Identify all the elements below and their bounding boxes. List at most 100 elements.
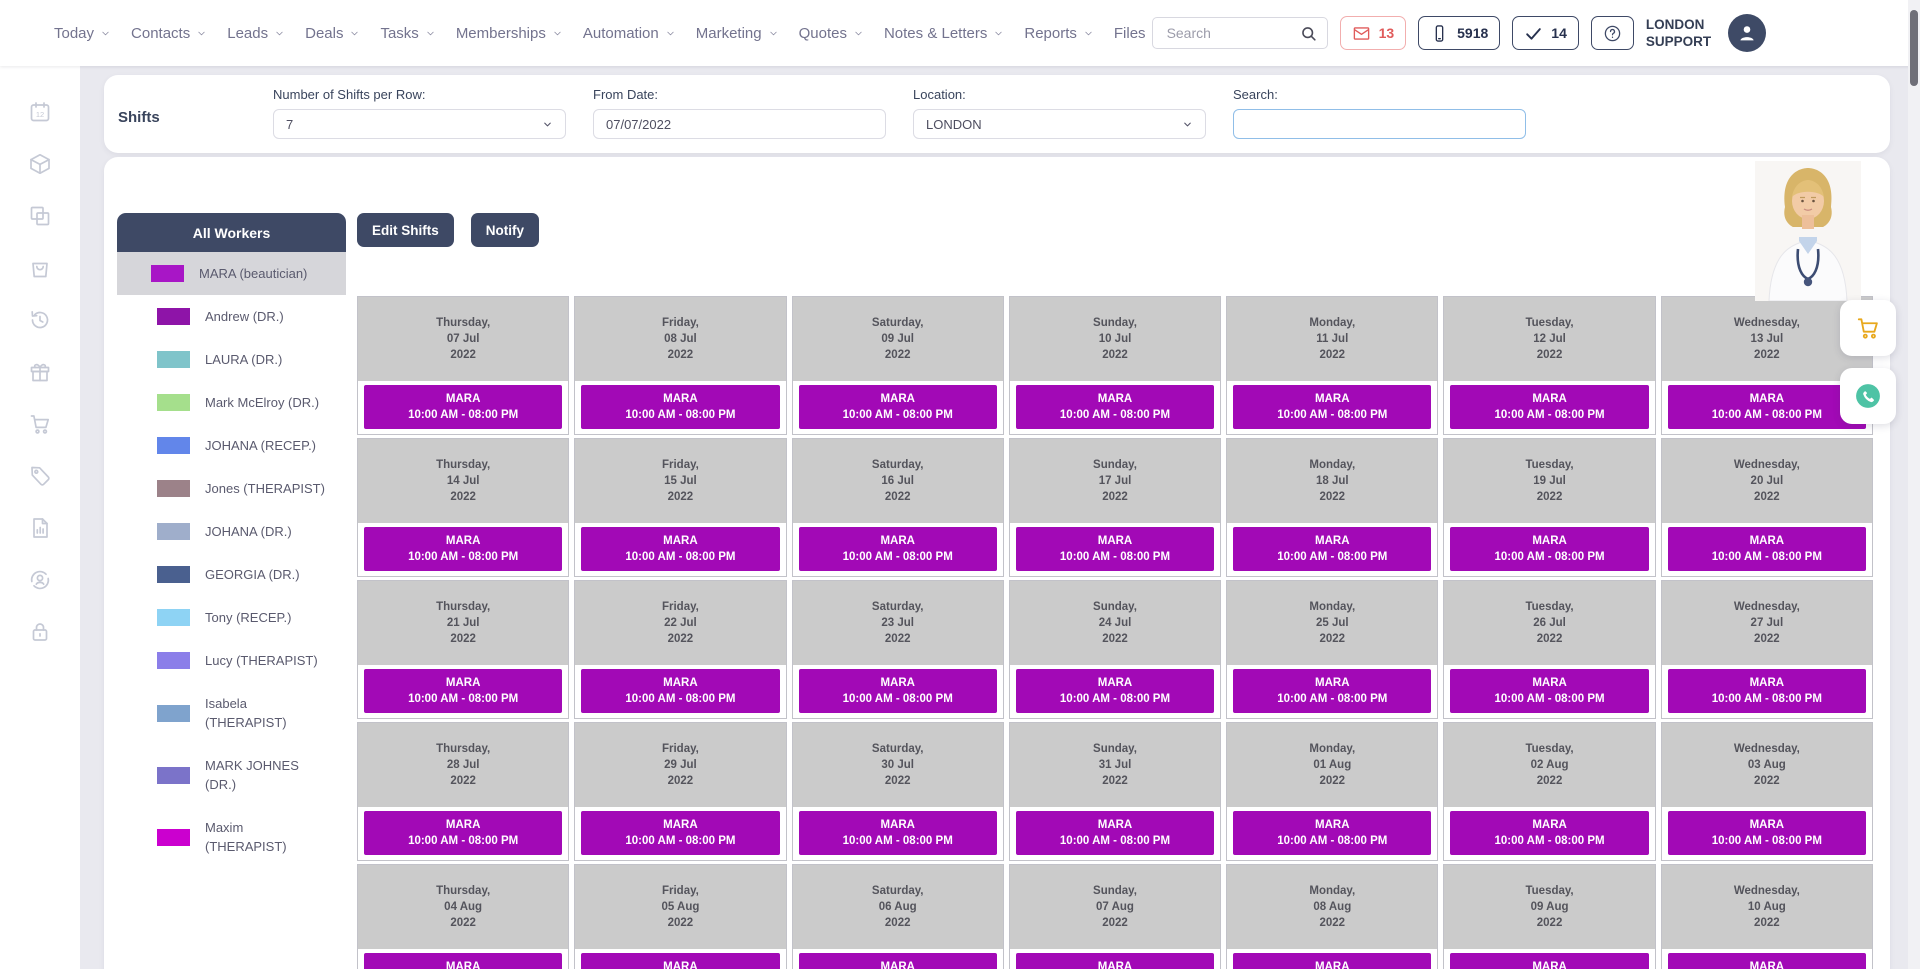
sidebar-item-lock[interactable]	[28, 620, 52, 644]
shift-block[interactable]: MARA10:00 AM - 08:00 PM	[1668, 811, 1866, 855]
nav-item-automation[interactable]: Automation	[577, 19, 682, 48]
worker-row-johana-dr[interactable]: JOHANA (DR.)	[117, 510, 346, 553]
worker-row-georgia-dr[interactable]: GEORGIA (DR.)	[117, 553, 346, 596]
shift-worker-name: MARA	[880, 818, 915, 832]
shift-block[interactable]: MARA10:00 AM - 08:00 PM	[1233, 527, 1431, 571]
worker-row-laura-dr[interactable]: LAURA (DR.)	[117, 338, 346, 381]
day-date: 13 Jul	[1751, 332, 1784, 347]
shift-block[interactable]: MARA10:00 AM - 08:00 PM	[364, 811, 562, 855]
shift-block[interactable]: MARA10:00 AM - 08:00 PM	[1233, 953, 1431, 969]
shift-block[interactable]: MARA10:00 AM - 08:00 PM	[1016, 953, 1214, 969]
from-date-input[interactable]	[593, 109, 886, 139]
shift-block[interactable]: MARA10:00 AM - 08:00 PM	[1668, 527, 1866, 571]
worker-row-isabela-therapist[interactable]: Isabela (THERAPIST)	[117, 682, 346, 744]
worker-row-johana-recep[interactable]: JOHANA (RECEP.)	[117, 424, 346, 467]
shift-block[interactable]: MARA10:00 AM - 08:00 PM	[1668, 669, 1866, 713]
shift-block[interactable]: MARA10:00 AM - 08:00 PM	[364, 527, 562, 571]
calendar-day-cell: Thursday,07 Jul2022MARA10:00 AM - 08:00 …	[357, 296, 569, 435]
nav-item-leads[interactable]: Leads	[221, 19, 291, 48]
shift-block[interactable]: MARA10:00 AM - 08:00 PM	[1233, 811, 1431, 855]
search-icon[interactable]	[1299, 24, 1318, 43]
cart-button[interactable]	[1840, 300, 1896, 356]
shifts-per-row-select[interactable]: 7	[273, 109, 566, 139]
shift-block[interactable]: MARA10:00 AM - 08:00 PM	[799, 811, 997, 855]
shift-search-input[interactable]	[1233, 109, 1526, 139]
shift-block[interactable]: MARA10:00 AM - 08:00 PM	[1450, 669, 1648, 713]
shift-block[interactable]: MARA10:00 AM - 08:00 PM	[1233, 385, 1431, 429]
tasks-badge[interactable]: 14	[1512, 16, 1579, 50]
worker-name: MARA (beautician)	[199, 264, 321, 283]
shift-block[interactable]: MARA10:00 AM - 08:00 PM	[1450, 953, 1648, 969]
shift-block[interactable]: MARA10:00 AM - 08:00 PM	[364, 953, 562, 969]
nav-item-memberships[interactable]: Memberships	[450, 19, 569, 48]
shift-block[interactable]: MARA10:00 AM - 08:00 PM	[799, 953, 997, 969]
phone-call-button[interactable]	[1840, 368, 1896, 424]
nav-item-contacts[interactable]: Contacts	[125, 19, 213, 48]
shift-block[interactable]: MARA10:00 AM - 08:00 PM	[799, 527, 997, 571]
nav-item-reports[interactable]: Reports	[1018, 19, 1100, 48]
nav-item-marketing[interactable]: Marketing	[690, 19, 785, 48]
shift-block[interactable]: MARA10:00 AM - 08:00 PM	[581, 385, 779, 429]
user-avatar[interactable]	[1728, 14, 1766, 52]
worker-row-mark-mcelroy-dr[interactable]: Mark McElroy (DR.)	[117, 381, 346, 424]
sidebar-item-cart[interactable]	[28, 412, 52, 436]
phone-badge[interactable]: 5918	[1418, 16, 1500, 50]
shift-block[interactable]: MARA10:00 AM - 08:00 PM	[1450, 385, 1648, 429]
worker-row-lucy-therapist[interactable]: Lucy (THERAPIST)	[117, 639, 346, 682]
shift-block[interactable]: MARA10:00 AM - 08:00 PM	[1016, 669, 1214, 713]
worker-row-jones-therapist[interactable]: Jones (THERAPIST)	[117, 467, 346, 510]
worker-row-maxim-therapist[interactable]: Maxim (THERAPIST)	[117, 806, 346, 868]
sidebar-item-package[interactable]	[28, 152, 52, 176]
day-body: MARA10:00 AM - 08:00 PM	[1227, 381, 1437, 434]
shift-block[interactable]: MARA10:00 AM - 08:00 PM	[364, 669, 562, 713]
edit-shifts-button[interactable]: Edit Shifts	[357, 213, 454, 247]
shift-block[interactable]: MARA10:00 AM - 08:00 PM	[799, 669, 997, 713]
sidebar-item-user-sync[interactable]	[28, 568, 52, 592]
shift-worker-name: MARA	[1315, 676, 1350, 690]
day-body: MARA10:00 AM - 08:00 PM	[1662, 665, 1872, 718]
help-icon	[1603, 24, 1622, 43]
notify-button[interactable]: Notify	[471, 213, 539, 247]
shift-block[interactable]: MARA10:00 AM - 08:00 PM	[364, 385, 562, 429]
sidebar-item-price-tag[interactable]	[28, 464, 52, 488]
sidebar-item-report-document[interactable]	[28, 516, 52, 540]
mail-badge[interactable]: 13	[1340, 16, 1407, 50]
nav-item-quotes[interactable]: Quotes	[793, 19, 870, 48]
location-select[interactable]: LONDON	[913, 109, 1206, 139]
help-button[interactable]	[1591, 16, 1634, 50]
sidebar-item-history-clock[interactable]	[28, 308, 52, 332]
sidebar-item-shopping-bag[interactable]	[28, 256, 52, 280]
shift-block[interactable]: MARA10:00 AM - 08:00 PM	[1016, 811, 1214, 855]
shift-block[interactable]: MARA10:00 AM - 08:00 PM	[1016, 527, 1214, 571]
nav-item-today[interactable]: Today	[48, 19, 117, 48]
shift-block[interactable]: MARA10:00 AM - 08:00 PM	[581, 811, 779, 855]
nav-item-tasks[interactable]: Tasks	[374, 19, 441, 48]
shift-block[interactable]: MARA10:00 AM - 08:00 PM	[1016, 385, 1214, 429]
shift-block[interactable]: MARA10:00 AM - 08:00 PM	[1233, 669, 1431, 713]
shift-block[interactable]: MARA10:00 AM - 08:00 PM	[1450, 811, 1648, 855]
shift-block[interactable]: MARA10:00 AM - 08:00 PM	[1668, 953, 1866, 969]
shift-block[interactable]: MARA10:00 AM - 08:00 PM	[1450, 527, 1648, 571]
sidebar-item-gift[interactable]	[28, 360, 52, 384]
worker-row-tony-recep[interactable]: Tony (RECEP.)	[117, 596, 346, 639]
all-workers-button[interactable]: All Workers	[117, 213, 346, 252]
day-date: 15 Jul	[664, 474, 697, 489]
shift-time: 10:00 AM - 08:00 PM	[1060, 692, 1170, 706]
shift-block[interactable]: MARA10:00 AM - 08:00 PM	[581, 953, 779, 969]
shift-block[interactable]: MARA10:00 AM - 08:00 PM	[799, 385, 997, 429]
shift-block[interactable]: MARA10:00 AM - 08:00 PM	[1668, 385, 1866, 429]
worker-row-mark-johnes-dr[interactable]: MARK JOHNES (DR.)	[117, 744, 346, 806]
sidebar-item-copy[interactable]	[28, 204, 52, 228]
shift-block[interactable]: MARA10:00 AM - 08:00 PM	[581, 527, 779, 571]
nav-item-files[interactable]: Files	[1108, 19, 1152, 48]
worker-row-andrew-dr[interactable]: Andrew (DR.)	[117, 295, 346, 338]
sidebar-item-calendar-12[interactable]: 12	[28, 100, 52, 124]
worker-row-mara-beautician[interactable]: MARA (beautician)	[117, 252, 346, 295]
day-weekday: Sunday,	[1093, 600, 1137, 615]
global-search-input[interactable]	[1165, 24, 1299, 42]
nav-item-deals[interactable]: Deals	[299, 19, 366, 48]
day-weekday: Saturday,	[872, 600, 924, 615]
shift-block[interactable]: MARA10:00 AM - 08:00 PM	[581, 669, 779, 713]
scrollbar-thumb[interactable]	[1910, 10, 1918, 86]
nav-item-notes-letters[interactable]: Notes & Letters	[878, 19, 1010, 48]
